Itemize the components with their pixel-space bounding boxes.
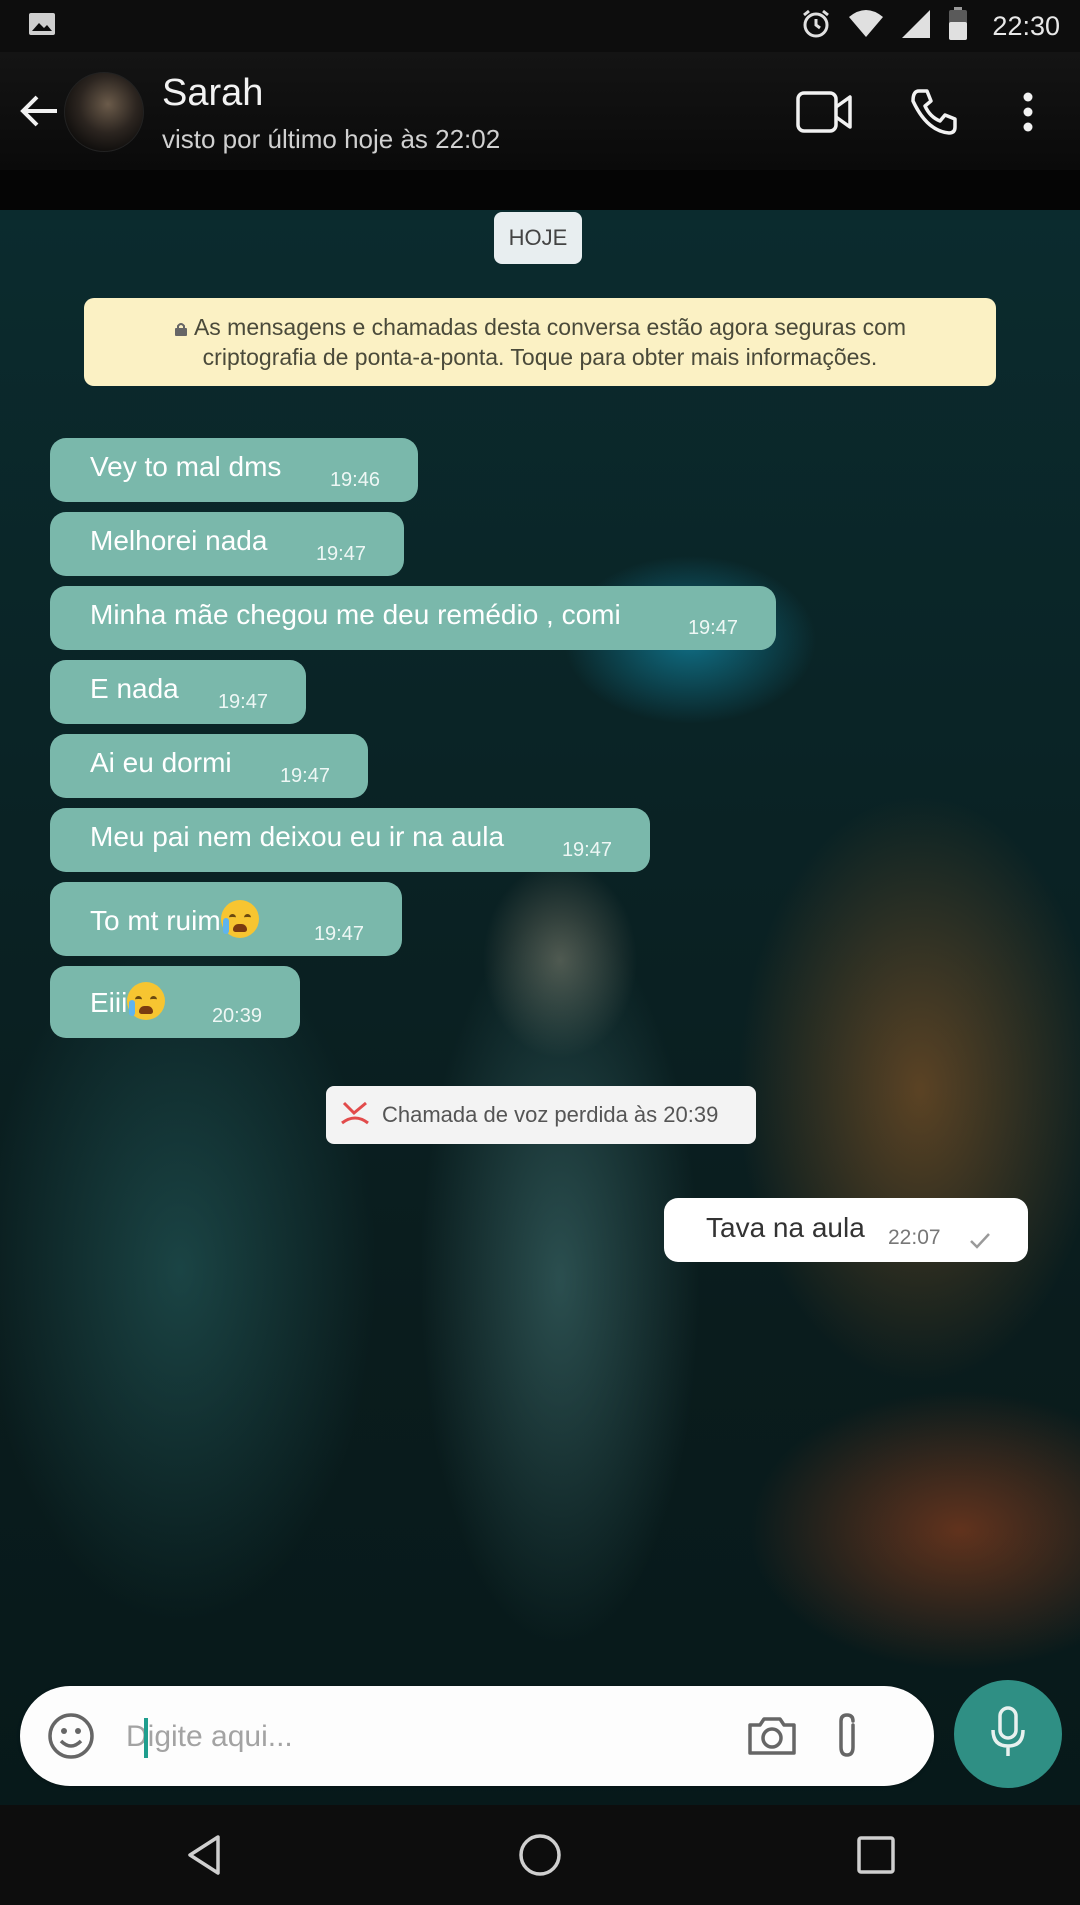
message-text: Minha mãe chegou me deu remédio , comi xyxy=(90,599,621,630)
incoming-message[interactable]: Ai eu dormi 19:47 xyxy=(50,734,368,798)
nav-recents-icon[interactable] xyxy=(850,1829,902,1881)
message-time: 19:47 xyxy=(313,923,364,945)
message-composer xyxy=(20,1686,934,1786)
clock: 22:30 xyxy=(992,10,1060,41)
message-time: 22:07 xyxy=(888,1226,941,1249)
message-time: 19:47 xyxy=(217,691,268,713)
message-text: Melhorei nada xyxy=(90,525,268,556)
incoming-message[interactable]: E nada 19:47 xyxy=(50,660,306,724)
battery-icon xyxy=(948,6,968,46)
status-bar: 22:30 xyxy=(0,0,1080,52)
date-chip: HOJE xyxy=(494,212,582,264)
message-time: 19:47 xyxy=(315,543,366,565)
microphone-icon xyxy=(990,1705,1026,1763)
message-text: Ai eu dormi xyxy=(90,747,232,778)
back-arrow-icon[interactable] xyxy=(14,86,64,136)
missed-call-icon xyxy=(340,1099,370,1132)
message-time: 20:39 xyxy=(211,1005,262,1027)
missed-call-text: Chamada de voz perdida às 20:39 xyxy=(382,1102,719,1127)
attach-icon[interactable] xyxy=(820,1708,876,1764)
microphone-button[interactable] xyxy=(954,1680,1062,1788)
message-text: Eiii xyxy=(90,987,128,1018)
wifi-icon xyxy=(848,9,884,44)
outgoing-message[interactable]: Tava na aula 22:07 xyxy=(664,1198,1028,1262)
incoming-message[interactable]: To mt ruim 19:47 xyxy=(50,882,402,956)
last-seen-status[interactable]: visto por último hoje às 22:02 xyxy=(162,124,500,155)
message-text: Tava na aula xyxy=(706,1212,865,1243)
message-time: 19:47 xyxy=(561,839,612,861)
message-text: E nada xyxy=(90,673,179,704)
text-cursor xyxy=(144,1718,148,1758)
alarm-icon xyxy=(800,8,832,45)
camera-icon[interactable] xyxy=(744,1708,800,1764)
loudly-crying-face-emoji-icon xyxy=(220,900,259,938)
system-nav-bar xyxy=(0,1805,1080,1905)
encryption-notice[interactable]: As mensagens e chamadas desta conversa e… xyxy=(84,298,996,386)
emoji-icon[interactable] xyxy=(44,1709,98,1763)
chat-header: Sarah visto por último hoje às 22:02 xyxy=(0,52,1080,170)
incoming-message[interactable]: Minha mãe chegou me deu remédio , comi 1… xyxy=(50,586,776,650)
crying-face-emoji-icon xyxy=(127,982,166,1020)
message-time: 19:46 xyxy=(329,469,380,491)
more-options-icon[interactable] xyxy=(1000,84,1056,140)
incoming-message[interactable]: Eiii 20:39 xyxy=(50,966,300,1038)
contact-name[interactable]: Sarah xyxy=(162,72,263,115)
message-time: 19:47 xyxy=(279,765,330,787)
missed-call-notice[interactable]: Chamada de voz perdida às 20:39 xyxy=(326,1086,756,1144)
message-text: Vey to mal dms xyxy=(90,451,282,482)
incoming-message[interactable]: Vey to mal dms 19:46 xyxy=(50,438,418,502)
incoming-message[interactable]: Melhorei nada 19:47 xyxy=(50,512,404,576)
cell-signal-icon xyxy=(900,9,932,44)
voice-call-icon[interactable] xyxy=(906,84,962,140)
message-time: 19:47 xyxy=(687,617,738,639)
video-call-icon[interactable] xyxy=(796,84,852,140)
encryption-notice-line1: As mensagens e chamadas desta conversa e… xyxy=(193,314,907,340)
message-input[interactable] xyxy=(124,1704,748,1770)
incoming-message[interactable]: Meu pai nem deixou eu ir na aula 19:47 xyxy=(50,808,650,872)
header-shadow xyxy=(0,170,1080,210)
avatar[interactable] xyxy=(64,72,144,152)
image-icon xyxy=(28,12,56,36)
nav-back-icon[interactable] xyxy=(178,1829,230,1881)
message-text: To mt ruim xyxy=(90,905,221,936)
message-text: Meu pai nem deixou eu ir na aula xyxy=(90,821,505,852)
lock-icon xyxy=(174,313,188,336)
nav-home-icon[interactable] xyxy=(514,1829,566,1881)
sent-check-icon xyxy=(968,1230,992,1250)
encryption-notice-line2: criptografia de ponta-a-ponta. Toque par… xyxy=(202,344,878,370)
